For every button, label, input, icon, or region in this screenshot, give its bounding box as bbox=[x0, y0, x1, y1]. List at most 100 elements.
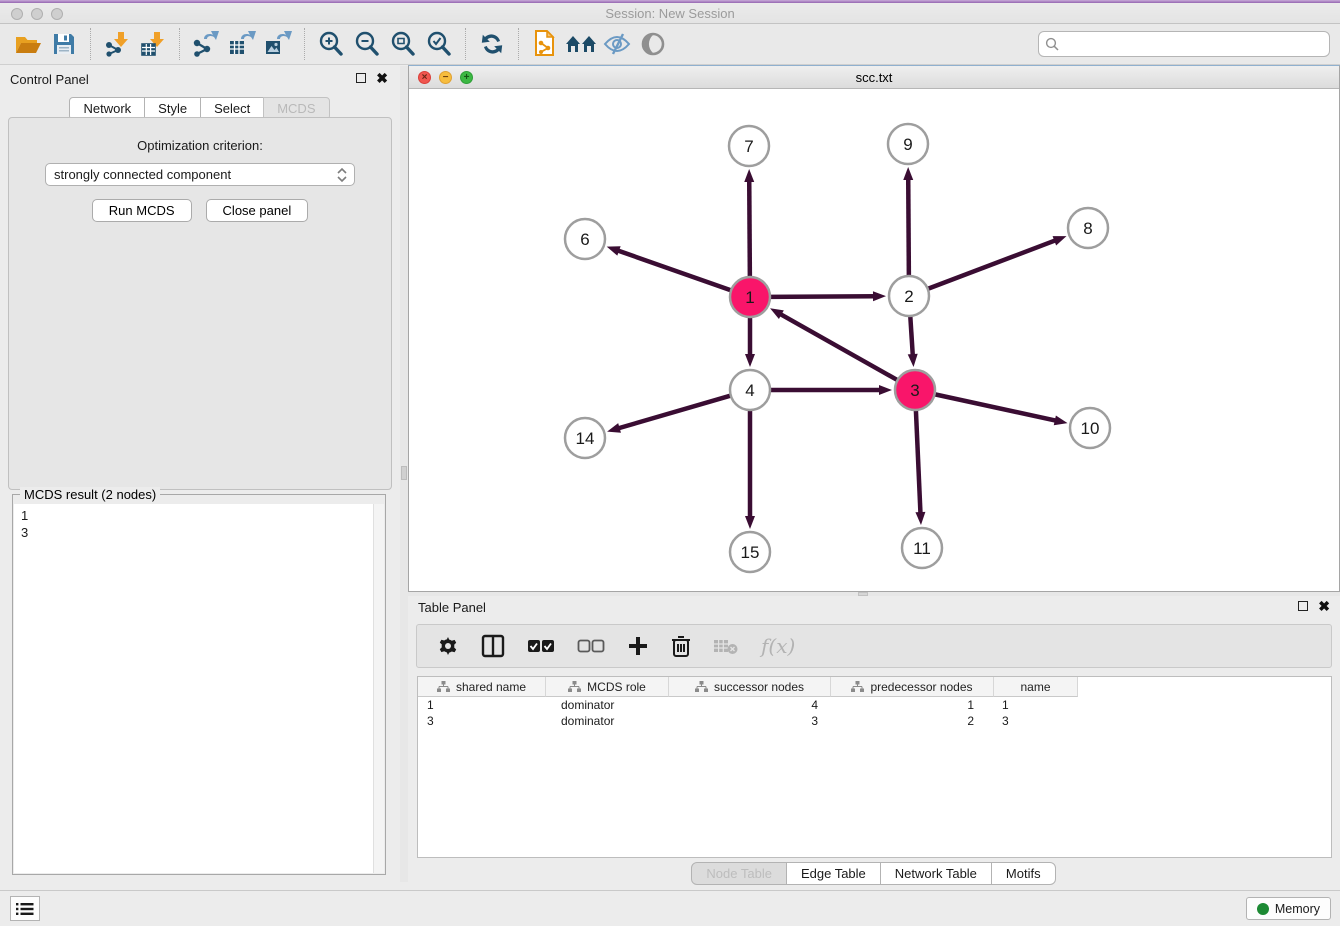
toolbar-separator bbox=[518, 28, 519, 60]
export-network-button[interactable] bbox=[188, 27, 224, 61]
vertical-splitter[interactable] bbox=[400, 66, 408, 882]
memory-button[interactable]: Memory bbox=[1246, 897, 1331, 920]
new-network-file-icon bbox=[532, 30, 558, 58]
delete-column-button[interactable] bbox=[671, 634, 691, 658]
save-session-button[interactable] bbox=[46, 27, 82, 61]
graph-edge-3-1[interactable] bbox=[780, 314, 898, 380]
export-table-button[interactable] bbox=[224, 27, 260, 61]
network-graph[interactable]: 7968124314101511 bbox=[409, 89, 1339, 591]
cell-name[interactable]: 1 bbox=[994, 698, 1078, 712]
zoom-fit-button[interactable] bbox=[385, 27, 421, 61]
close-panel-icon[interactable]: ✖ bbox=[1318, 601, 1330, 611]
zoom-out-icon bbox=[354, 31, 380, 57]
zoom-out-button[interactable] bbox=[349, 27, 385, 61]
graph-edge-1-7[interactable] bbox=[749, 180, 750, 277]
search-input[interactable] bbox=[1063, 37, 1323, 52]
task-history-button[interactable] bbox=[10, 896, 40, 921]
tab-motifs[interactable]: Motifs bbox=[991, 862, 1056, 885]
cell-shared-name[interactable]: 1 bbox=[418, 698, 546, 712]
graph-edge-2-3[interactable] bbox=[910, 316, 913, 356]
column-header-name[interactable]: name bbox=[994, 677, 1078, 697]
column-header-mcds-role[interactable]: MCDS role bbox=[546, 677, 669, 697]
graph-edge-arrowhead bbox=[745, 516, 755, 529]
import-table-button[interactable] bbox=[135, 27, 171, 61]
hierarchy-icon bbox=[437, 681, 450, 692]
graph-edge-arrowhead bbox=[915, 512, 925, 525]
graph-node-label: 14 bbox=[576, 429, 595, 448]
graph-edge-3-11[interactable] bbox=[916, 410, 921, 514]
network-window-titlebar[interactable]: × − + scc.txt bbox=[409, 66, 1339, 89]
export-image-button[interactable] bbox=[260, 27, 296, 61]
zoom-selected-button[interactable] bbox=[421, 27, 457, 61]
search-icon bbox=[1045, 37, 1059, 51]
graph-edge-4-14[interactable] bbox=[618, 396, 731, 429]
graph-node-label: 1 bbox=[745, 288, 754, 307]
select-all-button[interactable] bbox=[527, 639, 555, 653]
cell-predecessor-nodes[interactable]: 2 bbox=[831, 714, 994, 728]
toolbar-separator bbox=[179, 28, 180, 60]
float-panel-icon[interactable] bbox=[356, 73, 366, 83]
cell-mcds-role[interactable]: dominator bbox=[546, 714, 669, 728]
node-table[interactable]: shared name MCDS role successor nodes pr… bbox=[417, 676, 1332, 858]
mcds-result-text[interactable]: 1 3 bbox=[14, 504, 384, 873]
status-bar: Memory bbox=[0, 890, 1340, 926]
cell-mcds-role[interactable]: dominator bbox=[546, 698, 669, 712]
mcds-panel: Optimization criterion: strongly connect… bbox=[8, 117, 392, 490]
table-row[interactable]: 3 dominator 3 2 3 bbox=[418, 713, 1331, 729]
hierarchy-icon bbox=[568, 681, 581, 692]
app-titlebar: Session: New Session bbox=[0, 0, 1340, 24]
refresh-view-button[interactable] bbox=[474, 27, 510, 61]
criterion-select[interactable]: strongly connected component bbox=[45, 163, 355, 186]
tab-network-table[interactable]: Network Table bbox=[880, 862, 992, 885]
export-image-icon bbox=[264, 31, 292, 57]
unchecked-boxes-icon bbox=[577, 639, 605, 653]
cell-name[interactable]: 3 bbox=[994, 714, 1078, 728]
cell-successor-nodes[interactable]: 4 bbox=[669, 698, 831, 712]
graph-node-label: 8 bbox=[1083, 219, 1092, 238]
graph-edge-3-10[interactable] bbox=[935, 394, 1057, 421]
float-panel-icon[interactable] bbox=[1298, 601, 1308, 611]
graph-node-label: 11 bbox=[913, 539, 931, 558]
column-header-predecessor-nodes[interactable]: predecessor nodes bbox=[831, 677, 994, 697]
graph-node-label: 3 bbox=[910, 381, 919, 400]
tab-node-table[interactable]: Node Table bbox=[691, 862, 787, 885]
graph-edge-2-9[interactable] bbox=[908, 178, 909, 276]
toolbar-separator bbox=[304, 28, 305, 60]
zoom-in-button[interactable] bbox=[313, 27, 349, 61]
cell-successor-nodes[interactable]: 3 bbox=[669, 714, 831, 728]
graph-node-label: 10 bbox=[1081, 419, 1100, 438]
close-panel-icon[interactable]: ✖ bbox=[376, 73, 388, 83]
first-neighbors-button[interactable] bbox=[563, 27, 599, 61]
checked-boxes-icon bbox=[527, 639, 555, 653]
column-header-shared-name[interactable]: shared name bbox=[418, 677, 546, 697]
cell-predecessor-nodes[interactable]: 1 bbox=[831, 698, 994, 712]
result-scrollbar[interactable] bbox=[373, 504, 384, 873]
splitter-grip[interactable] bbox=[401, 466, 407, 480]
graph-node-label: 6 bbox=[580, 230, 589, 249]
close-panel-button[interactable]: Close panel bbox=[206, 199, 309, 222]
table-row[interactable]: 1 dominator 4 1 1 bbox=[418, 697, 1331, 713]
toolbar-separator bbox=[90, 28, 91, 60]
graph-node-label: 9 bbox=[903, 135, 912, 154]
tab-edge-table[interactable]: Edge Table bbox=[786, 862, 881, 885]
table-settings-button[interactable] bbox=[437, 635, 459, 657]
graph-edge-2-8[interactable] bbox=[928, 240, 1057, 289]
toggle-panel-button[interactable] bbox=[481, 634, 505, 658]
column-header-successor-nodes[interactable]: successor nodes bbox=[669, 677, 831, 697]
graph-node-label: 2 bbox=[904, 287, 913, 306]
import-network-button[interactable] bbox=[99, 27, 135, 61]
add-column-button[interactable] bbox=[627, 635, 649, 657]
deselect-all-button[interactable] bbox=[577, 639, 605, 653]
open-session-button[interactable] bbox=[10, 27, 46, 61]
network-canvas[interactable]: 7968124314101511 bbox=[409, 89, 1339, 591]
export-network-icon bbox=[192, 31, 220, 57]
run-mcds-button[interactable]: Run MCDS bbox=[92, 199, 192, 222]
show-all-button[interactable] bbox=[635, 27, 671, 61]
new-network-from-selection-button[interactable] bbox=[527, 27, 563, 61]
graph-edge-1-6[interactable] bbox=[617, 250, 731, 290]
hide-selected-button[interactable] bbox=[599, 27, 635, 61]
search-field[interactable] bbox=[1038, 31, 1330, 57]
optimization-criterion-label: Optimization criterion: bbox=[9, 138, 391, 153]
graph-edge-1-2[interactable] bbox=[770, 296, 875, 297]
cell-shared-name[interactable]: 3 bbox=[418, 714, 546, 728]
